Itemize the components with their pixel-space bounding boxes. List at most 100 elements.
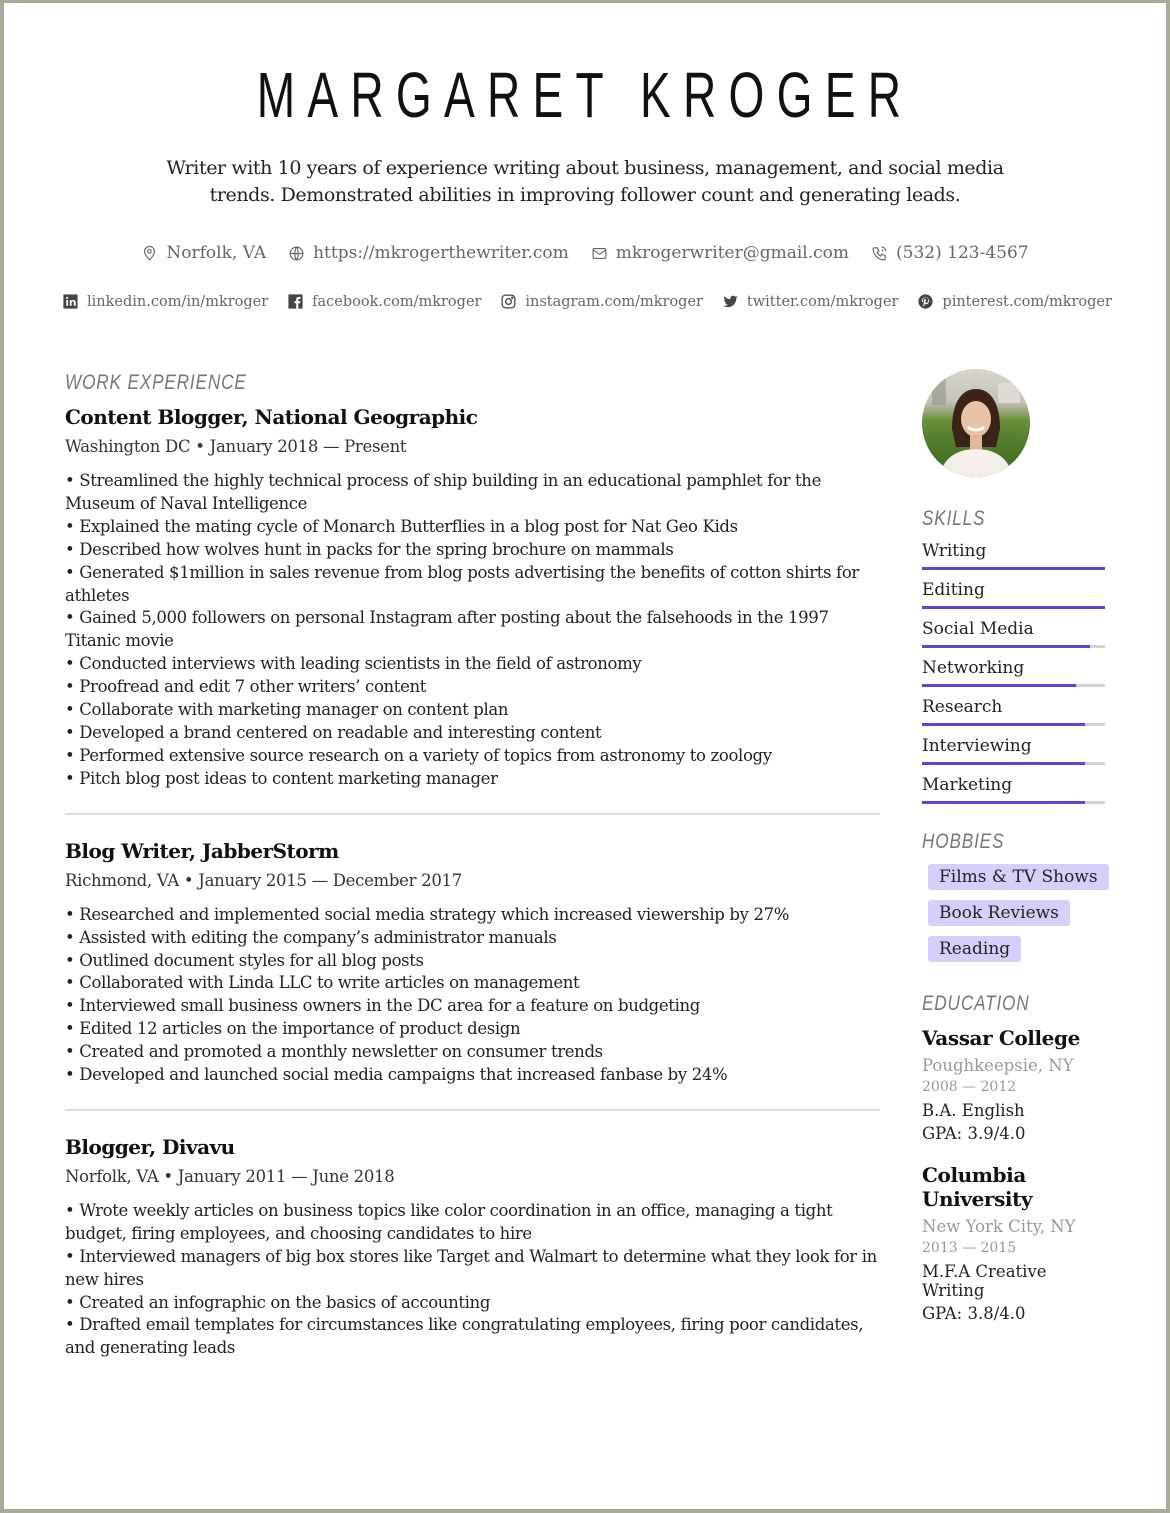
skill-item: Writing bbox=[922, 541, 1112, 570]
job-bullet: • Developed a brand centered on readable… bbox=[65, 722, 602, 742]
skill-bar bbox=[922, 606, 1105, 609]
skill-bar-fill bbox=[922, 684, 1076, 687]
gpa: GPA: 3.8/4.0 bbox=[922, 1304, 1026, 1323]
job-bullet: • Generated $1million in sales revenue f… bbox=[65, 562, 859, 605]
contact-website-text[interactable]: https://mkrogerthewriter.com bbox=[313, 243, 569, 263]
school-location: Poughkeepsie, NY bbox=[922, 1056, 1074, 1075]
degree: M.F.A Creative Writing bbox=[922, 1262, 1047, 1300]
skill-item: Interviewing bbox=[922, 736, 1112, 765]
skill-bar-fill bbox=[922, 567, 1105, 570]
hobby-tag: Films & TV Shows bbox=[928, 864, 1109, 890]
skills-heading: SKILLS bbox=[922, 507, 986, 530]
job-bullet: • Explained the mating cycle of Monarch … bbox=[65, 516, 738, 536]
job-bullet: • Proofread and edit 7 other writers’ co… bbox=[65, 677, 427, 697]
hobby-tag: Reading bbox=[928, 936, 1022, 962]
job-title: Blog Writer, JabberStorm bbox=[65, 838, 339, 863]
skill-label: Marketing bbox=[922, 775, 1013, 795]
skill-label: Editing bbox=[922, 580, 985, 600]
job-bullet: • Edited 12 articles on the importance o… bbox=[65, 1019, 521, 1039]
job-bullet: • Performed extensive source research on… bbox=[65, 745, 772, 765]
globe-icon bbox=[289, 246, 304, 260]
job-bullets: • Streamlined the highly technical proce… bbox=[65, 470, 880, 791]
skill-bar-fill bbox=[922, 762, 1085, 765]
social-facebook[interactable]: facebook.com/mkroger bbox=[287, 293, 481, 310]
job-meta: Richmond, VA • January 2015 — December 2… bbox=[65, 870, 462, 890]
skill-bar-fill bbox=[922, 606, 1105, 609]
job-entry: Blog Writer, JabberStorm Richmond, VA • … bbox=[65, 839, 880, 1087]
job-bullet: • Interviewed small business owners in t… bbox=[65, 996, 701, 1016]
skill-bar bbox=[922, 801, 1105, 804]
hobbies-heading: HOBBIES bbox=[922, 830, 1005, 853]
phone-icon bbox=[872, 246, 887, 260]
sidebar: SKILLS Writing Editing Social Media Netw… bbox=[922, 369, 1112, 1323]
social-linkedin-text[interactable]: linkedin.com/in/mkroger bbox=[87, 294, 268, 310]
skill-label: Interviewing bbox=[922, 736, 1032, 756]
skill-bar bbox=[922, 762, 1105, 765]
job-bullet: • Interviewed managers of big box stores… bbox=[65, 1246, 877, 1289]
skill-item: Editing bbox=[922, 580, 1112, 609]
contact-row: Norfolk, VA https://mkrogerthewriter.com… bbox=[4, 243, 1166, 263]
job-bullets: • Researched and implemented social medi… bbox=[65, 904, 880, 1087]
linkedin-icon bbox=[63, 294, 78, 309]
resume-page: MARGARET KROGER Writer with 10 years of … bbox=[4, 3, 1166, 1509]
location-pin-icon bbox=[144, 245, 156, 261]
social-twitter[interactable]: twitter.com/mkroger bbox=[722, 293, 899, 310]
job-bullet: • Created and promoted a monthly newslet… bbox=[65, 1042, 603, 1062]
social-links-row: linkedin.com/in/mkroger facebook.com/mkr… bbox=[62, 293, 1112, 310]
contact-email[interactable]: mkrogerwriter@gmail.com bbox=[591, 243, 849, 263]
job-bullet: • Developed and launched social media ca… bbox=[65, 1065, 728, 1085]
contact-phone-text[interactable]: (532) 123-4567 bbox=[896, 243, 1029, 263]
skill-bar-fill bbox=[922, 723, 1085, 726]
skill-item: Social Media bbox=[922, 619, 1112, 648]
summary: Writer with 10 years of experience writi… bbox=[166, 157, 1004, 206]
job-bullet: • Wrote weekly articles on business topi… bbox=[65, 1200, 833, 1243]
job-bullet: • Assisted with editing the company’s ad… bbox=[65, 927, 557, 947]
skill-item: Networking bbox=[922, 658, 1112, 687]
education-heading: EDUCATION bbox=[922, 992, 1030, 1015]
skill-label: Research bbox=[922, 697, 1003, 717]
contact-website[interactable]: https://mkrogerthewriter.com bbox=[288, 243, 569, 263]
social-pinterest-text[interactable]: pinterest.com/mkroger bbox=[942, 294, 1112, 310]
social-facebook-text[interactable]: facebook.com/mkroger bbox=[312, 294, 481, 310]
skills-list: Writing Editing Social Media Networking … bbox=[922, 541, 1112, 804]
candidate-name: MARGARET KROGER bbox=[256, 59, 914, 131]
contact-location: Norfolk, VA bbox=[141, 243, 266, 263]
envelope-icon bbox=[592, 247, 607, 259]
school-years: 2013 — 2015 bbox=[922, 1240, 1017, 1256]
job-bullet: • Streamlined the highly technical proce… bbox=[65, 471, 821, 513]
contact-email-text[interactable]: mkrogerwriter@gmail.com bbox=[616, 243, 849, 263]
skill-bar bbox=[922, 684, 1105, 687]
school-location: New York City, NY bbox=[922, 1217, 1076, 1236]
contact-phone[interactable]: (532) 123-4567 bbox=[871, 243, 1029, 263]
skill-bar-fill bbox=[922, 801, 1085, 804]
profile-photo bbox=[922, 369, 1030, 477]
job-bullet: • Outlined document styles for all blog … bbox=[65, 950, 424, 970]
job-title: Blogger, Divavu bbox=[65, 1134, 235, 1159]
job-meta: Norfolk, VA • January 2011 — June 2018 bbox=[65, 1166, 395, 1186]
job-bullet: • Gained 5,000 followers on personal Ins… bbox=[65, 608, 829, 651]
job-bullets: • Wrote weekly articles on business topi… bbox=[65, 1200, 880, 1360]
section-divider bbox=[65, 1108, 880, 1111]
skill-label: Social Media bbox=[922, 619, 1034, 639]
pinterest-icon bbox=[918, 294, 933, 309]
social-twitter-text[interactable]: twitter.com/mkroger bbox=[747, 294, 899, 310]
skill-label: Writing bbox=[922, 541, 987, 561]
job-bullet: • Drafted email templates for circumstan… bbox=[65, 1315, 864, 1358]
skill-bar bbox=[922, 567, 1105, 570]
job-bullet: • Collaborated with Linda LLC to write a… bbox=[65, 973, 580, 993]
job-bullet: • Conducted interviews with leading scie… bbox=[65, 654, 642, 674]
social-instagram[interactable]: instagram.com/mkroger bbox=[500, 293, 703, 310]
social-instagram-text[interactable]: instagram.com/mkroger bbox=[525, 294, 703, 310]
school-name: Vassar College bbox=[922, 1026, 1080, 1050]
instagram-icon bbox=[501, 294, 516, 309]
social-pinterest[interactable]: pinterest.com/mkroger bbox=[917, 293, 1112, 310]
skill-label: Networking bbox=[922, 658, 1025, 678]
job-entry: Content Blogger, National Geographic Was… bbox=[65, 405, 880, 791]
section-divider bbox=[65, 812, 880, 815]
job-title: Content Blogger, National Geographic bbox=[65, 405, 478, 429]
contact-location-text: Norfolk, VA bbox=[166, 243, 267, 263]
hobby-tag: Book Reviews bbox=[928, 900, 1070, 926]
degree: B.A. English bbox=[922, 1101, 1025, 1120]
school-years: 2008 — 2012 bbox=[922, 1079, 1017, 1095]
social-linkedin[interactable]: linkedin.com/in/mkroger bbox=[62, 293, 268, 310]
